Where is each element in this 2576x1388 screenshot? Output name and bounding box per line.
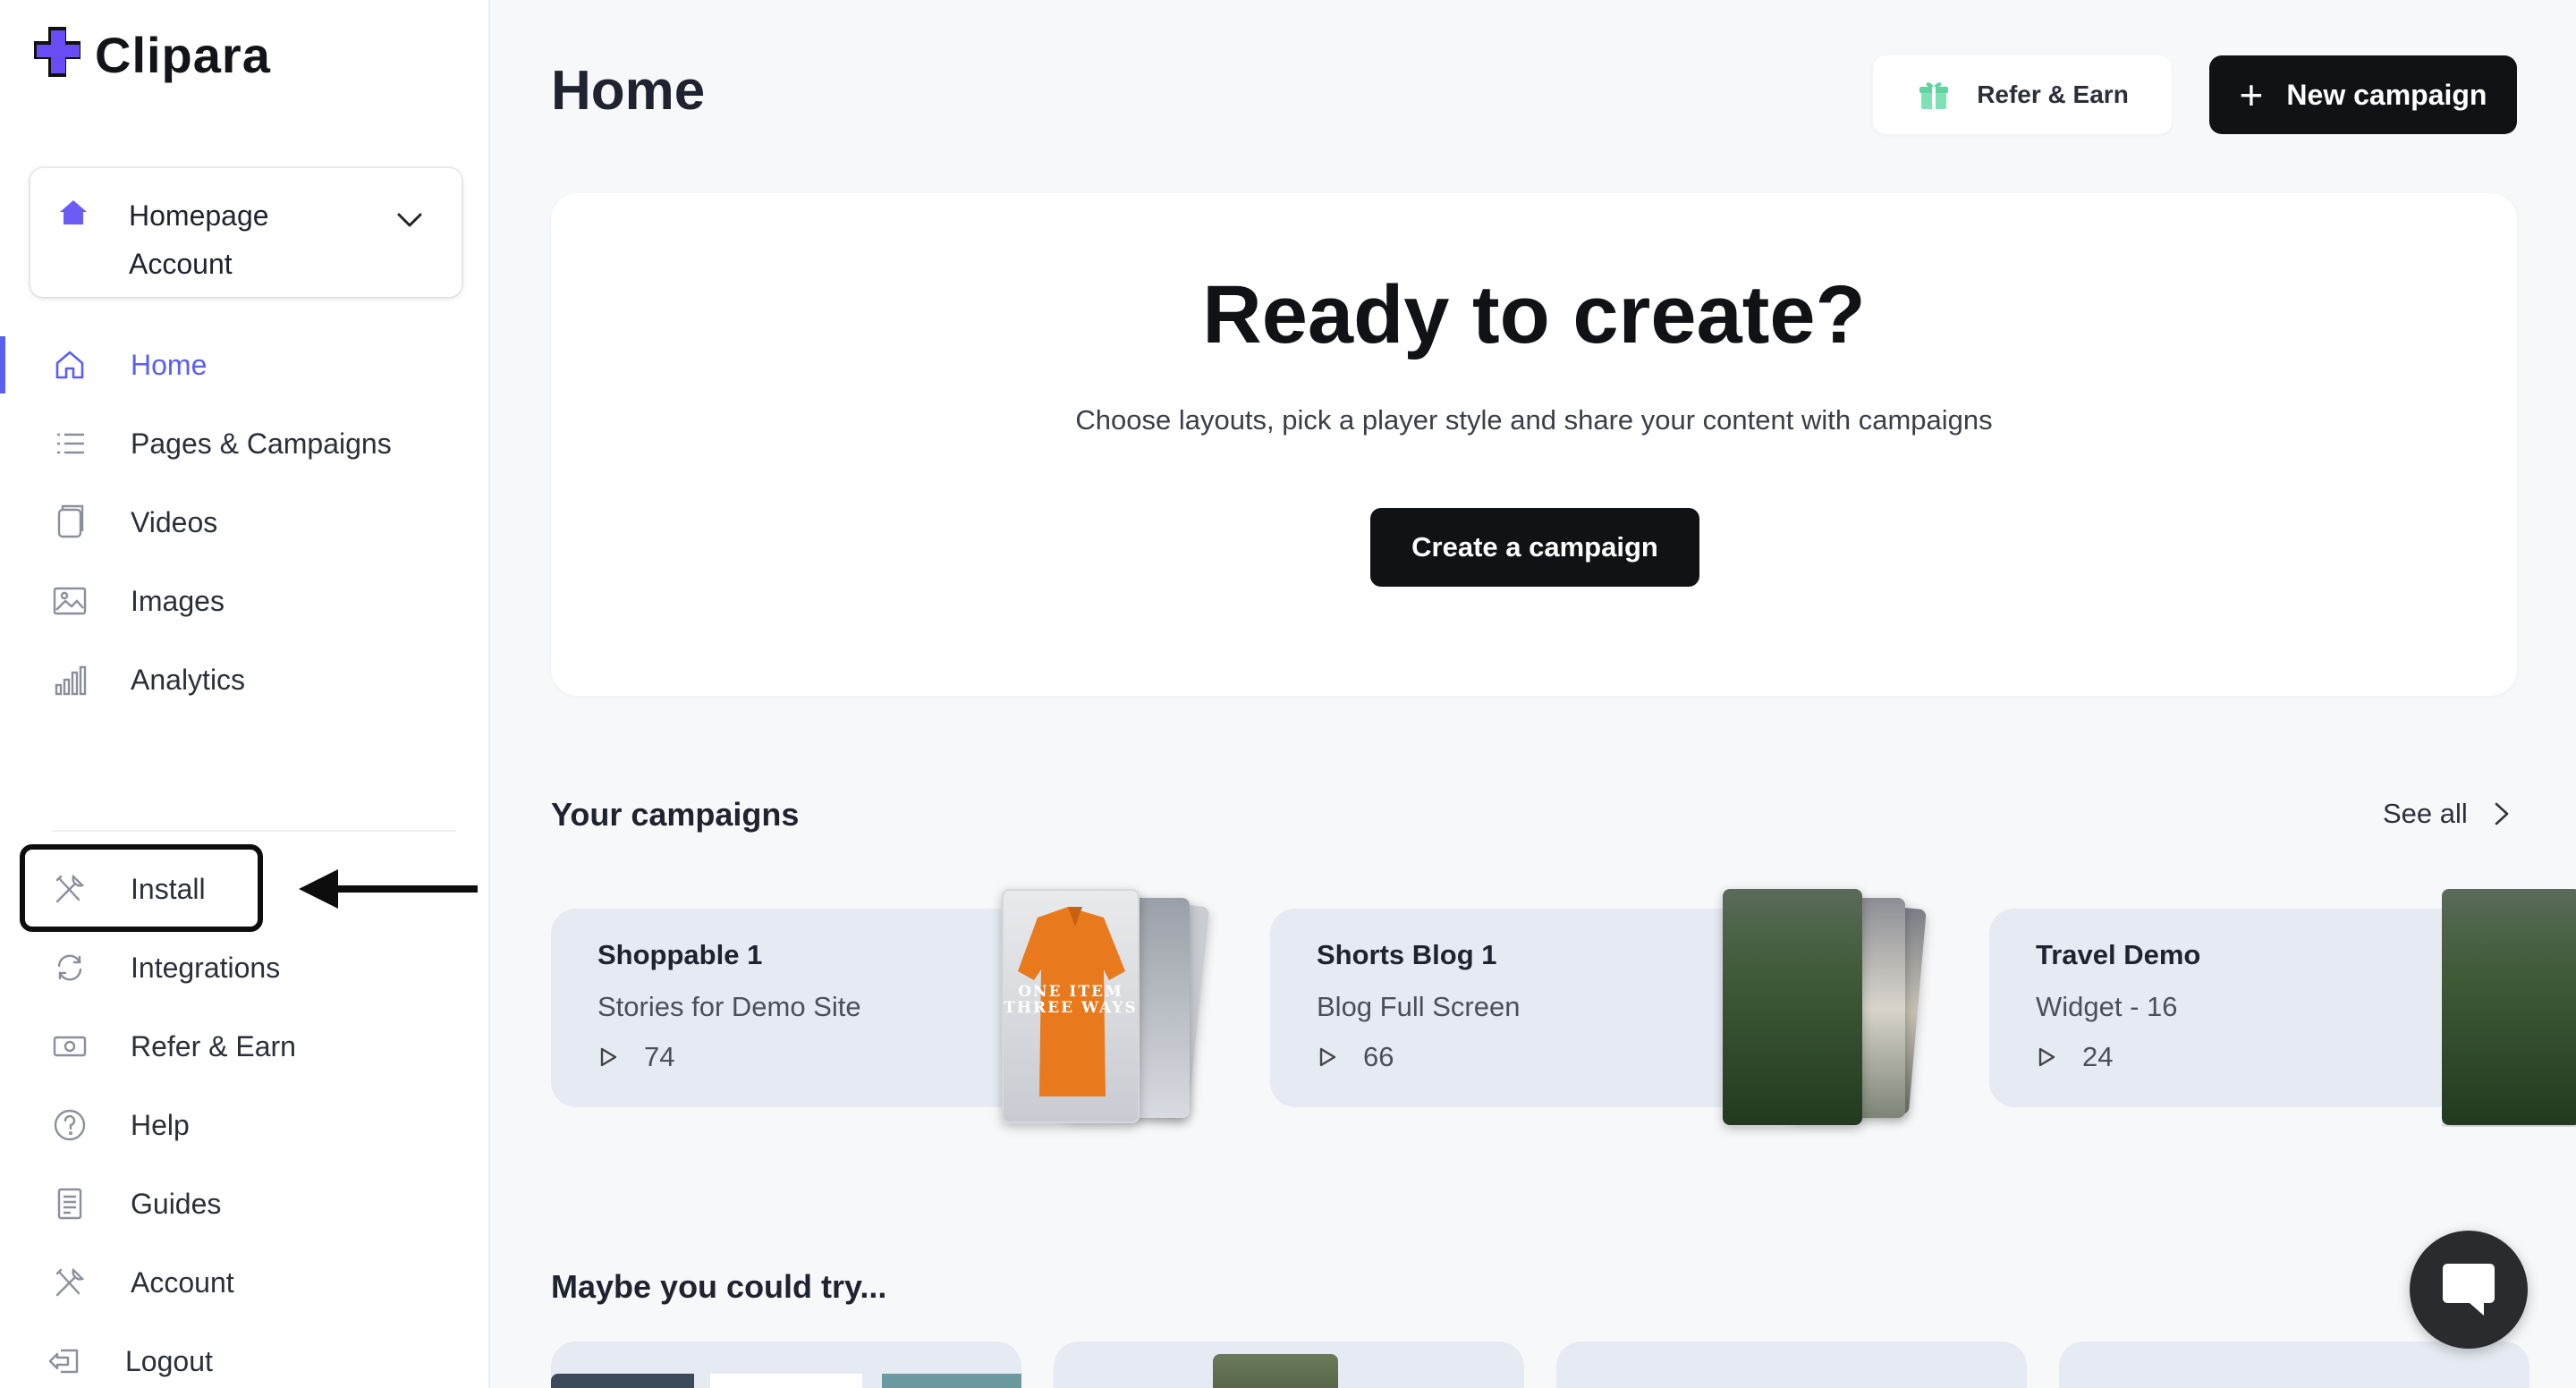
campaign-views: 24 [2036, 1041, 2113, 1073]
sidebar-item-label: Home [131, 348, 208, 381]
sidebar-item-label: Account [131, 1265, 234, 1299]
chevron-right-icon [2495, 802, 2509, 825]
see-all-link[interactable]: See all [2383, 798, 2512, 830]
annotation-highlight-box [20, 844, 263, 932]
try-section-title: Maybe you could try... [551, 1268, 887, 1305]
campaign-title: Shorts Blog 1 [1317, 939, 1497, 970]
sidebar-item-label: Guides [131, 1187, 222, 1220]
suggestion-thumb [551, 1374, 694, 1388]
sidebar-item-label: Help [131, 1108, 190, 1141]
sidebar-item-label: Integrations [131, 951, 281, 984]
sidebar-item-refer-earn[interactable]: Refer & Earn [0, 1011, 490, 1082]
sidebar-item-label: Videos [131, 505, 218, 538]
new-campaign-button[interactable]: + New campaign [2209, 55, 2517, 134]
campaign-thumbnail-stack: ONE ITEM THREE WAYS [1002, 889, 1216, 1127]
help-circle-icon [52, 1107, 88, 1143]
home-filled-icon [60, 200, 87, 224]
sidebar-item-pages-campaigns[interactable]: Pages & Campaigns [0, 408, 490, 479]
suggestion-card[interactable] [1556, 1341, 2027, 1388]
campaign-views: 74 [597, 1041, 674, 1073]
sidebar-item-label: Refer & Earn [131, 1029, 296, 1062]
sidebar-item-analytics[interactable]: Analytics [0, 644, 490, 715]
campaign-card[interactable]: Shorts Blog 1 Blog Full Screen 66 [1270, 889, 1927, 1125]
suggestion-thumb [710, 1374, 862, 1388]
account-switcher[interactable]: Homepage Account [30, 168, 462, 297]
thumbnail-front-forest [2442, 889, 2576, 1125]
video-file-icon [52, 504, 88, 540]
brand-name: Clipara [95, 26, 271, 83]
thumbnail-front: ONE ITEM THREE WAYS [1002, 889, 1140, 1123]
create-campaign-button[interactable]: Create a campaign [1370, 508, 1699, 587]
home-icon [52, 347, 88, 383]
campaign-views: 66 [1317, 1041, 1394, 1073]
views-count: 24 [2082, 1041, 2114, 1072]
chat-icon [2443, 1264, 2495, 1316]
account-name: Homepage Account [129, 199, 269, 280]
bar-chart-icon [52, 662, 88, 698]
list-icon [52, 426, 88, 461]
sidebar-item-home[interactable]: Home [0, 329, 490, 401]
refer-earn-button[interactable]: Refer & Earn [1873, 55, 2172, 134]
views-count: 74 [644, 1041, 675, 1072]
refresh-icon [52, 950, 88, 986]
sidebar-item-label: Analytics [131, 663, 246, 696]
sidebar: Clipara Homepage Account Home Pages & Ca… [0, 0, 490, 1388]
refer-earn-label: Refer & Earn [1977, 80, 2129, 108]
play-icon [600, 1047, 617, 1067]
campaign-thumbnail-stack [2442, 889, 2576, 1127]
page-title: Home [551, 60, 706, 122]
image-icon [52, 583, 88, 619]
brand-logo[interactable]: Clipara [27, 23, 271, 86]
chevron-down-icon[interactable] [394, 204, 426, 236]
thumbnail-caption: ONE ITEM THREE WAYS [1004, 983, 1138, 1017]
sidebar-item-account[interactable]: Account [0, 1247, 490, 1318]
sidebar-item-help[interactable]: Help [0, 1089, 490, 1161]
clipara-logo-icon [34, 27, 80, 77]
tools-icon [52, 1265, 88, 1300]
hero-subtitle: Choose layouts, pick a player style and … [1075, 404, 1993, 436]
campaigns-section-title: Your campaigns [551, 796, 800, 833]
sidebar-item-label: Images [131, 584, 225, 617]
sidebar-item-logout[interactable]: Logout [0, 1325, 490, 1388]
campaign-card[interactable]: Shoppable 1 Stories for Demo Site 74 ONE… [551, 889, 1210, 1123]
play-icon [2038, 1047, 2055, 1067]
sidebar-item-integrations[interactable]: Integrations [0, 932, 490, 1003]
campaign-subtitle: Blog Full Screen [1317, 991, 1521, 1022]
document-icon [52, 1186, 88, 1222]
sidebar-item-label: Logout [125, 1344, 213, 1377]
suggestion-card[interactable] [2059, 1341, 2529, 1388]
campaign-subtitle: Stories for Demo Site [597, 991, 861, 1022]
suggestion-thumb [1213, 1354, 1338, 1388]
chat-launcher-button[interactable] [2410, 1231, 2528, 1349]
sidebar-item-images[interactable]: Images [0, 565, 490, 637]
campaign-title: Travel Demo [2036, 939, 2201, 970]
new-campaign-label: New campaign [2286, 78, 2487, 111]
annotation-arrow-icon [299, 869, 478, 909]
campaign-card[interactable]: Travel Demo Widget - 16 24 [1989, 889, 2576, 1125]
suggestion-card[interactable] [551, 1341, 1021, 1388]
campaign-subtitle: Widget - 16 [2036, 991, 2178, 1022]
sidebar-item-videos[interactable]: Videos [0, 487, 490, 558]
money-icon [52, 1028, 88, 1064]
hero-card: Ready to create? Choose layouts, pick a … [551, 193, 2517, 696]
see-all-label: See all [2383, 798, 2468, 829]
views-count: 66 [1363, 1041, 1394, 1072]
logout-icon [47, 1343, 82, 1379]
sidebar-item-label: Pages & Campaigns [131, 427, 392, 460]
sidebar-divider [52, 830, 456, 832]
campaign-thumbnail-stack [1723, 889, 1937, 1127]
gift-icon [1919, 82, 1949, 109]
plus-icon: + [2239, 72, 2264, 118]
hero-title: Ready to create? [1202, 269, 1866, 360]
play-icon [1319, 1047, 1336, 1067]
campaign-title: Shoppable 1 [597, 939, 763, 970]
suggestion-thumb [882, 1374, 1021, 1388]
suggestion-card[interactable] [1054, 1341, 1524, 1388]
thumbnail-front-forest [1723, 889, 1862, 1125]
sidebar-item-guides[interactable]: Guides [0, 1168, 490, 1240]
